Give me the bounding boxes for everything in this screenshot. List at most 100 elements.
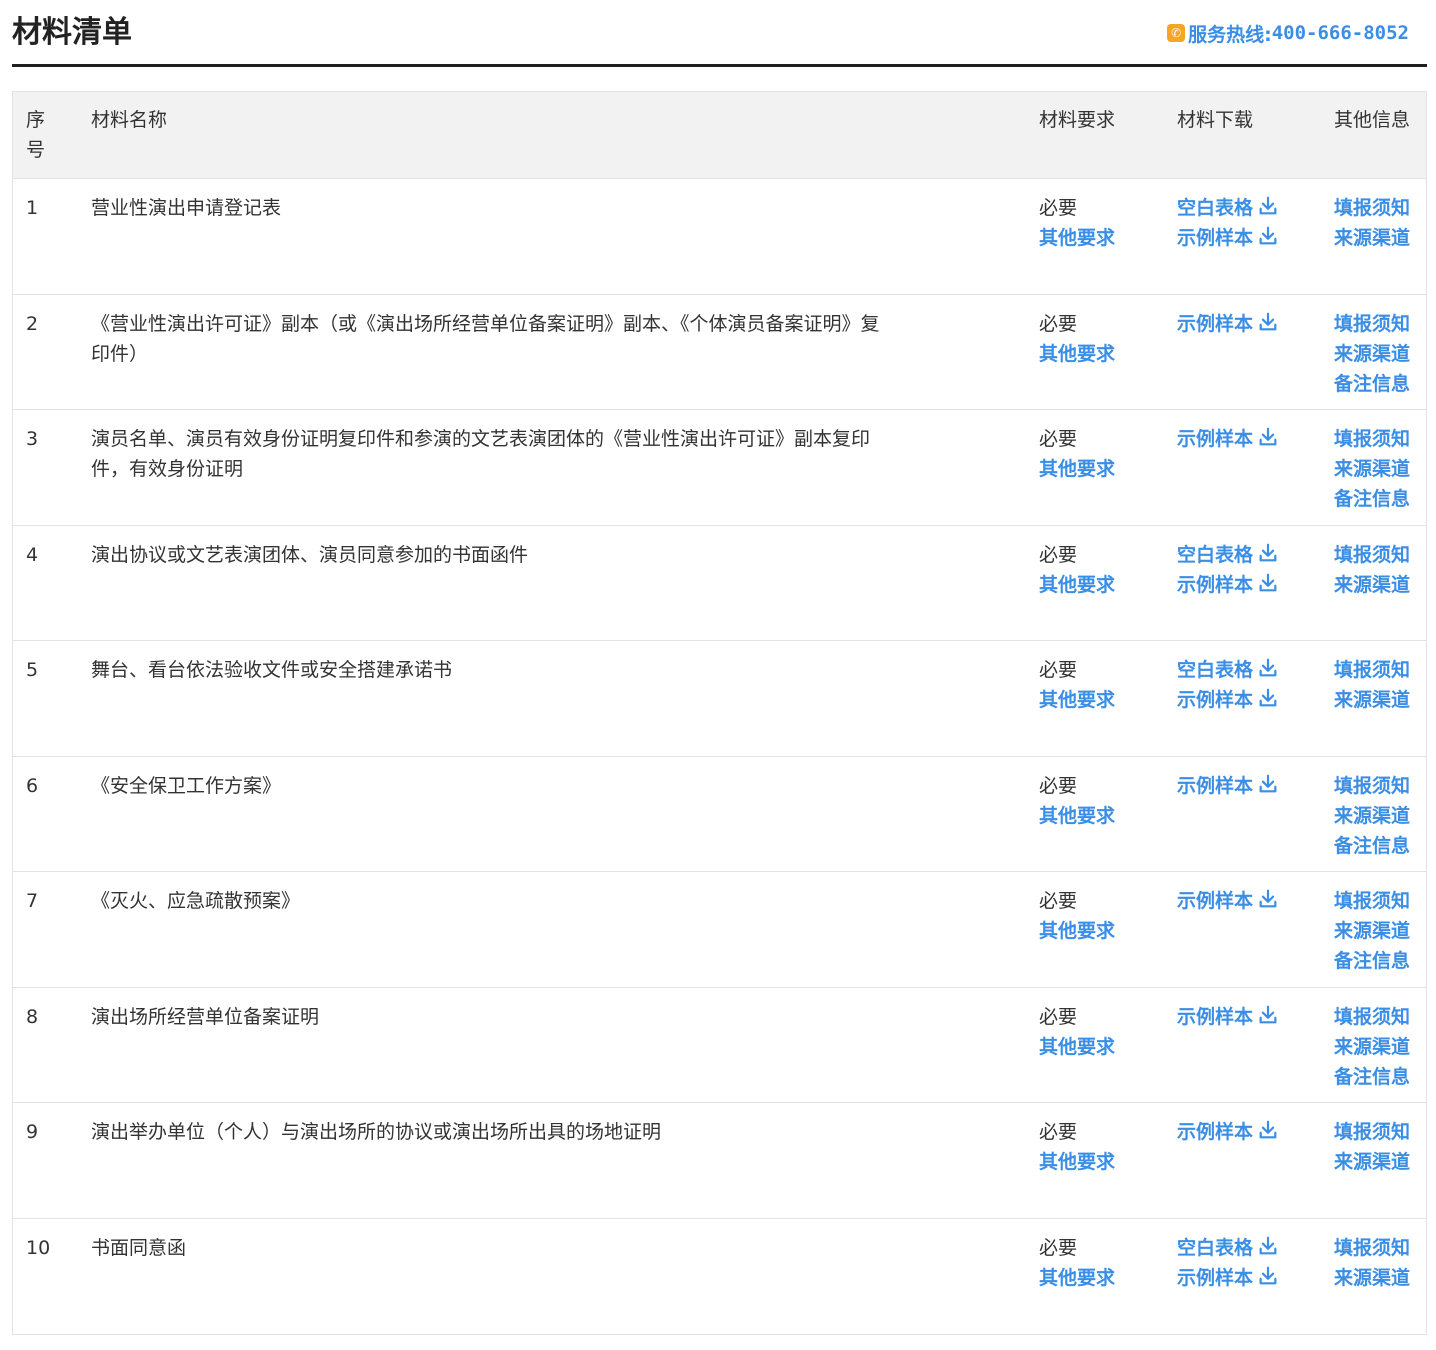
other-requirements-link[interactable]: 其他要求 xyxy=(1039,1263,1115,1293)
sample-download-link[interactable]: 示例样本 xyxy=(1177,685,1279,715)
other-info-cell: 填报须知 来源渠道 xyxy=(1334,193,1410,253)
requirement-cell: 必要 其他要求 xyxy=(1039,540,1115,600)
download-link-label: 示例样本 xyxy=(1177,1266,1254,1289)
other-requirements-link[interactable]: 其他要求 xyxy=(1039,685,1115,715)
sample-download-link[interactable]: 示例样本 xyxy=(1177,570,1279,600)
table-row: 6 《安全保卫工作方案》 必要 其他要求 示例样本 填报须知 来源渠道 备注信息 xyxy=(13,757,1426,872)
requirement-cell: 必要 其他要求 xyxy=(1039,309,1115,369)
filling-instructions-link[interactable]: 填报须知 xyxy=(1334,655,1410,685)
download-cell: 空白表格 示例样本 xyxy=(1177,193,1279,253)
requirement-cell: 必要 其他要求 xyxy=(1039,424,1115,484)
other-requirements-link[interactable]: 其他要求 xyxy=(1039,454,1115,484)
other-requirements-link[interactable]: 其他要求 xyxy=(1039,223,1115,253)
sample-download-link[interactable]: 示例样本 xyxy=(1177,309,1279,339)
source-channel-link[interactable]: 来源渠道 xyxy=(1334,685,1410,715)
filling-instructions-link[interactable]: 填报须知 xyxy=(1334,309,1410,339)
other-requirements-link[interactable]: 其他要求 xyxy=(1039,339,1115,369)
source-channel-link[interactable]: 来源渠道 xyxy=(1334,1263,1410,1293)
table-row: 1 营业性演出申请登记表 必要 其他要求 空白表格 示例样本 填报须知 来源渠道 xyxy=(13,179,1426,295)
other-info-cell: 填报须知 来源渠道 备注信息 xyxy=(1334,309,1410,399)
sample-download-link[interactable]: 示例样本 xyxy=(1177,1117,1279,1147)
remarks-link[interactable]: 备注信息 xyxy=(1334,946,1410,976)
requirement-cell: 必要 其他要求 xyxy=(1039,886,1115,946)
sample-download-link[interactable]: 示例样本 xyxy=(1177,1263,1279,1293)
requirement-label: 必要 xyxy=(1039,1121,1078,1143)
requirement-cell: 必要 其他要求 xyxy=(1039,1002,1115,1062)
download-icon xyxy=(1259,312,1277,330)
other-requirements-link[interactable]: 其他要求 xyxy=(1039,1147,1115,1177)
download-link-label: 示例样本 xyxy=(1177,890,1254,912)
download-icon xyxy=(1259,1236,1277,1254)
source-channel-link[interactable]: 来源渠道 xyxy=(1334,1147,1410,1177)
other-requirements-link[interactable]: 其他要求 xyxy=(1039,801,1115,831)
source-channel-link[interactable]: 来源渠道 xyxy=(1334,916,1410,946)
hotline-number: 400-666-8052 xyxy=(1271,22,1409,44)
blank-form-download-link[interactable]: 空白表格 xyxy=(1177,1233,1279,1263)
blank-form-download-link[interactable]: 空白表格 xyxy=(1177,193,1279,223)
sample-download-link[interactable]: 示例样本 xyxy=(1177,1002,1279,1032)
download-link-label: 空白表格 xyxy=(1177,659,1254,681)
download-link-label: 示例样本 xyxy=(1177,1005,1254,1028)
download-link-label: 示例样本 xyxy=(1177,312,1254,335)
filling-instructions-link[interactable]: 填报须知 xyxy=(1334,886,1410,916)
row-index: 5 xyxy=(26,659,39,681)
download-icon xyxy=(1259,226,1277,245)
blank-form-download-link[interactable]: 空白表格 xyxy=(1177,655,1279,685)
table-row: 2 《营业性演出许可证》副本（或《演出场所经营单位备案证明》副本、《个体演员备案证… xyxy=(13,295,1426,410)
sample-download-link[interactable]: 示例样本 xyxy=(1177,886,1279,916)
filling-instructions-link[interactable]: 填报须知 xyxy=(1334,424,1410,454)
filling-instructions-link[interactable]: 填报须知 xyxy=(1334,1233,1410,1263)
row-index: 6 xyxy=(26,774,39,797)
column-header-name: 材料名称 xyxy=(91,109,168,131)
download-icon xyxy=(1259,427,1277,446)
other-requirements-link[interactable]: 其他要求 xyxy=(1039,916,1115,946)
column-header-other: 其他信息 xyxy=(1334,109,1411,131)
remarks-link[interactable]: 备注信息 xyxy=(1334,831,1410,861)
source-channel-link[interactable]: 来源渠道 xyxy=(1334,1032,1410,1062)
column-header-download: 材料下载 xyxy=(1177,109,1254,131)
filling-instructions-link[interactable]: 填报须知 xyxy=(1334,1002,1410,1032)
remarks-link[interactable]: 备注信息 xyxy=(1334,1062,1410,1092)
source-channel-link[interactable]: 来源渠道 xyxy=(1334,223,1410,253)
download-cell: 示例样本 xyxy=(1177,1117,1279,1147)
filling-instructions-link[interactable]: 填报须知 xyxy=(1334,193,1410,223)
filling-instructions-link[interactable]: 填报须知 xyxy=(1334,540,1410,570)
filling-instructions-link[interactable]: 填报须知 xyxy=(1334,1117,1410,1147)
requirement-label: 必要 xyxy=(1039,659,1078,681)
page-title: 材料清单 xyxy=(12,15,132,50)
download-icon xyxy=(1259,196,1277,215)
other-info-cell: 填报须知 来源渠道 备注信息 xyxy=(1334,886,1410,976)
download-link-label: 示例样本 xyxy=(1177,428,1254,450)
source-channel-link[interactable]: 来源渠道 xyxy=(1334,801,1410,831)
download-cell: 空白表格 示例样本 xyxy=(1177,655,1279,715)
filling-instructions-link[interactable]: 填报须知 xyxy=(1334,771,1410,801)
download-icon xyxy=(1259,889,1277,908)
download-link-label: 示例样本 xyxy=(1177,227,1254,249)
phone-icon: ✆ xyxy=(1167,24,1186,42)
table-header: 序号 材料名称 材料要求 材料下载 其他信息 xyxy=(13,92,1426,179)
source-channel-link[interactable]: 来源渠道 xyxy=(1334,454,1410,484)
source-channel-link[interactable]: 来源渠道 xyxy=(1334,339,1410,369)
source-channel-link[interactable]: 来源渠道 xyxy=(1334,570,1410,600)
download-link-label: 示例样本 xyxy=(1177,689,1254,711)
remarks-link[interactable]: 备注信息 xyxy=(1334,484,1410,514)
requirement-cell: 必要 其他要求 xyxy=(1039,1233,1115,1293)
requirement-label: 必要 xyxy=(1039,543,1078,566)
remarks-link[interactable]: 备注信息 xyxy=(1334,369,1410,399)
download-cell: 示例样本 xyxy=(1177,424,1279,454)
sample-download-link[interactable]: 示例样本 xyxy=(1177,771,1279,801)
other-requirements-link[interactable]: 其他要求 xyxy=(1039,1032,1115,1062)
row-index: 3 xyxy=(26,428,39,450)
other-requirements-link[interactable]: 其他要求 xyxy=(1039,570,1115,600)
other-info-cell: 填报须知 来源渠道 xyxy=(1334,540,1410,600)
materials-table: 序号 材料名称 材料要求 材料下载 其他信息 1 营业性演出申请登记表 必要 其他要求… xyxy=(12,91,1427,1335)
requirement-label: 必要 xyxy=(1039,1005,1078,1028)
column-header-requirement: 材料要求 xyxy=(1039,109,1116,131)
material-name: 《营业性演出许可证》副本（或《演出场所经营单位备案证明》副本、《个体演员备案证明… xyxy=(91,312,880,365)
material-name: 演出协议或文艺表演团体、演员同意参加的书面函件 xyxy=(91,543,529,566)
sample-download-link[interactable]: 示例样本 xyxy=(1177,424,1279,454)
sample-download-link[interactable]: 示例样本 xyxy=(1177,223,1279,253)
blank-form-download-link[interactable]: 空白表格 xyxy=(1177,540,1279,570)
other-info-cell: 填报须知 来源渠道 xyxy=(1334,1117,1410,1177)
requirement-label: 必要 xyxy=(1039,774,1078,797)
